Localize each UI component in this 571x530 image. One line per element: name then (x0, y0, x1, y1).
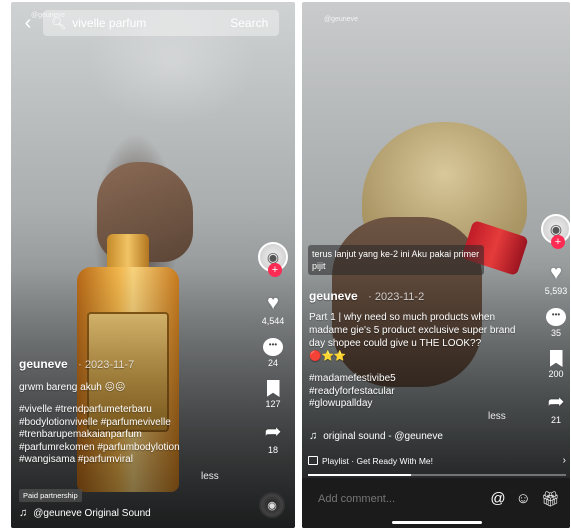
hashtag-line[interactable]: #bodylotionvivelle #parfumevivelle (19, 417, 244, 430)
comment-bubble-icon (263, 338, 283, 356)
post-description: grwm bareng akuh 😖😖 (19, 382, 126, 393)
back-arrow-icon[interactable]: ‹ (19, 12, 37, 34)
follow-plus-icon[interactable]: + (268, 263, 282, 277)
sound-name: @geuneve Original Sound (33, 507, 151, 519)
hashtag-list: #vivelle #trendparfumeterbaru #bodylotio… (19, 404, 244, 467)
playlist-row[interactable]: Playlist · Get Ready With Me! › (308, 455, 566, 466)
gift-icon[interactable]: 🎁︎ (541, 490, 560, 508)
music-note-icon: ♫ (19, 507, 28, 519)
search-bar: ‹ 🔍︎ Search (19, 10, 279, 36)
video-panel-left[interactable]: @geuneve ‹ 🔍︎ Search ◉ + ♥ 4,544 24 127 … (11, 2, 295, 528)
heart-icon: ♥ (267, 292, 279, 314)
caption-block: geuneve · 2023-11-2 Part 1 | why need so… (309, 287, 521, 411)
author-name[interactable]: geuneve (19, 357, 68, 371)
like-button[interactable]: ♥ 5,593 (545, 262, 568, 296)
comment-bar: @ ☺ 🎁︎ (302, 478, 570, 528)
save-count: 127 (265, 399, 281, 409)
hashtag-list: #madamefestivibe5 #readyforfestacular #g… (309, 373, 521, 411)
video-overlay-text: terus lanjut yang ke-2 ini Aku pakai pri… (308, 245, 484, 275)
caption-block: geuneve · 2023-11-7 grwm bareng akuh 😖😖 … (19, 355, 244, 467)
hashtag-line[interactable]: #vivelle #trendparfumeterbaru (19, 404, 244, 417)
emoji-icon[interactable]: ☺ (516, 490, 531, 508)
author-line: geuneve · 2023-11-7 (19, 355, 244, 373)
sound-row[interactable]: ♫ @geuneve Original Sound (19, 507, 151, 519)
sound-name: original sound - @geuneve (323, 430, 443, 442)
save-button[interactable]: 200 (548, 350, 564, 379)
like-count: 5,593 (544, 286, 568, 296)
share-button[interactable]: ➦ 18 (265, 421, 282, 455)
search-button[interactable]: Search (230, 16, 280, 30)
video-progress-bar[interactable] (308, 474, 566, 476)
search-box[interactable]: 🔍︎ Search (43, 10, 279, 36)
save-button[interactable]: 127 (265, 380, 281, 409)
comment-input[interactable] (318, 493, 468, 505)
video-progress-fill (308, 474, 412, 476)
comment-button[interactable]: 24 (263, 338, 283, 368)
less-toggle[interactable]: less (201, 471, 219, 482)
share-count: 21 (550, 415, 561, 425)
music-note-icon: ♫ (309, 430, 318, 442)
sound-row[interactable]: ♫ original sound - @geuneve (309, 430, 443, 442)
creator-avatar[interactable]: ◉ + (541, 214, 570, 249)
action-rail: ◉ + ♥ 5,593 35 200 ➦ 21 (538, 214, 570, 425)
share-arrow-icon: ➦ (547, 391, 565, 413)
home-indicator (392, 521, 482, 524)
heart-icon: ♥ (550, 262, 562, 284)
like-button[interactable]: ♥ 4,544 (262, 292, 285, 326)
bookmark-icon (549, 350, 563, 367)
post-description: Part 1 | why need so much products when … (309, 312, 516, 362)
playlist-icon (308, 456, 318, 465)
less-toggle[interactable]: less (488, 411, 506, 422)
comment-count: 24 (267, 358, 278, 368)
comment-bubble-icon (546, 308, 566, 326)
follow-plus-icon[interactable]: + (551, 235, 565, 249)
chevron-right-icon: › (562, 455, 566, 466)
author-name[interactable]: geuneve (309, 289, 358, 303)
hashtag-line[interactable]: #parfumrekomen #parfumbodylotion (19, 442, 244, 455)
watermark-handle: @geuneve (324, 16, 358, 23)
hashtag-line[interactable]: #trenbarupemakaianparfum (19, 429, 244, 442)
video-panel-right[interactable]: @geuneve terus lanjut yang ke-2 ini Aku … (302, 2, 570, 528)
hashtag-line[interactable]: #wangisama #parfumviral (19, 454, 244, 467)
paid-partnership-badge: Paid partnership (19, 489, 82, 502)
hashtag-line[interactable]: #glowupallday (309, 398, 521, 411)
search-icon: 🔍︎ (51, 16, 67, 30)
action-rail: ◉ + ♥ 4,544 24 127 ➦ 18 (255, 242, 291, 455)
mention-icon[interactable]: @ (490, 490, 505, 508)
share-arrow-icon: ➦ (264, 421, 282, 443)
playlist-name: Playlist · Get Ready With Me! (322, 455, 434, 466)
save-count: 200 (548, 369, 564, 379)
search-input[interactable] (72, 16, 223, 30)
sound-disc-icon[interactable]: ◉ (259, 492, 285, 518)
hashtag-line[interactable]: #madamefestivibe5 (309, 373, 521, 386)
post-date: · 2023-11-7 (78, 359, 135, 371)
share-button[interactable]: ➦ 21 (548, 391, 565, 425)
comment-actions: @ ☺ 🎁︎ (490, 490, 560, 508)
post-date: · 2023-11-2 (368, 291, 425, 303)
comment-button[interactable]: 35 (546, 308, 566, 338)
like-count: 4,544 (261, 316, 285, 326)
share-count: 18 (267, 445, 278, 455)
comment-count: 35 (550, 328, 561, 338)
bookmark-icon (266, 380, 280, 397)
hashtag-line[interactable]: #readyforfestacular (309, 386, 521, 399)
author-line: geuneve · 2023-11-2 (309, 287, 521, 305)
creator-avatar[interactable]: ◉ + (258, 242, 288, 277)
